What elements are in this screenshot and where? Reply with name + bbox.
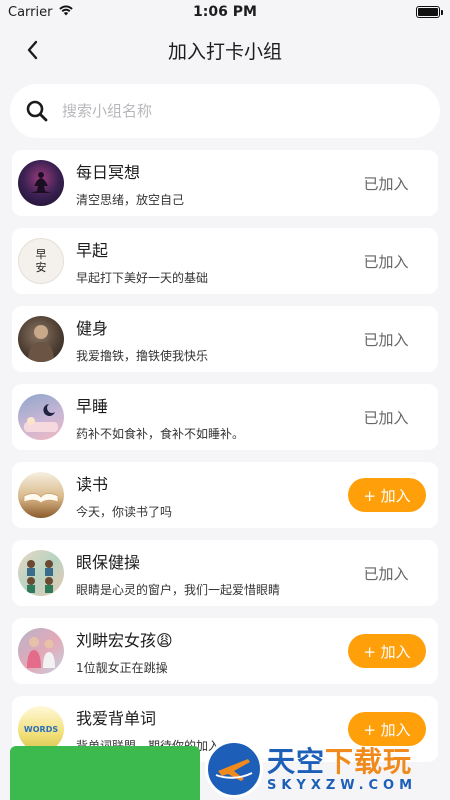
group-desc: 清空思绪，放空自己: [76, 192, 185, 207]
page-title: 加入打卡小组: [167, 40, 282, 63]
early-rise-avatar: 早 安: [18, 238, 64, 284]
group-desc: 今天，你读书了吗: [76, 504, 173, 519]
chevron-left-icon: [27, 40, 38, 60]
group-name: 早睡: [76, 396, 109, 416]
join-button[interactable]: + 加入: [348, 634, 426, 668]
green-banner[interactable]: [10, 746, 200, 800]
back-button[interactable]: [18, 36, 46, 64]
group-name: 健身: [76, 318, 109, 338]
group-desc: 早起打下美好一天的基础: [76, 270, 209, 285]
group-card-eye-exercise[interactable]: 眼保健操 眼睛是心灵的窗户，我们一起爱惜眼睛 已加入: [12, 540, 438, 606]
joined-status: 已加入: [363, 174, 409, 193]
search-bar[interactable]: [10, 84, 440, 138]
airplane-logo-icon: [205, 740, 263, 798]
carrier-label: Carrier: [8, 4, 53, 20]
nav-bar: 加入打卡小组: [0, 24, 450, 76]
joined-status: 已加入: [363, 252, 409, 271]
avatar-logo-text: 早 安: [35, 248, 47, 274]
search-icon: [24, 98, 50, 124]
eye-exercise-avatar: [18, 550, 64, 596]
battery-icon: [416, 6, 443, 18]
early-sleep-avatar: [18, 394, 64, 440]
group-name: 每日冥想: [76, 162, 141, 182]
joined-status: 已加入: [363, 408, 409, 427]
group-card-dance[interactable]: 刘畊宏女孩😩 1位靓女正在跳操 + 加入: [12, 618, 438, 684]
group-desc: 1位靓女正在跳操: [76, 660, 168, 675]
joined-status: 已加入: [363, 330, 409, 349]
join-button[interactable]: + 加入: [348, 478, 426, 512]
fitness-avatar: [18, 316, 64, 362]
site-watermark: 天空下载玩 SKYXZW.COM: [205, 738, 450, 800]
group-name: 早起: [76, 240, 109, 260]
bottom-overlay: 天空下载玩 SKYXZW.COM: [0, 740, 450, 800]
group-card-early-sleep[interactable]: 早睡 药补不如食补，食补不如睡补。 已加入: [12, 384, 438, 450]
meditation-avatar: [18, 160, 64, 206]
search-input[interactable]: [62, 102, 402, 120]
group-list: 每日冥想 清空思绪，放空自己 已加入 早 安 早起 早起打下美好一天的基础 已加…: [0, 150, 450, 762]
wifi-icon: [58, 4, 74, 20]
group-name: 读书: [76, 474, 109, 494]
joined-status: 已加入: [363, 564, 409, 583]
group-desc: 眼睛是心灵的窗户，我们一起爱惜眼睛: [76, 582, 281, 597]
group-desc: 药补不如食补，食补不如睡补。: [76, 426, 245, 441]
group-name: 刘畊宏女孩😩: [76, 630, 173, 650]
status-bar: Carrier 1:06 PM: [0, 0, 450, 24]
group-card-meditation[interactable]: 每日冥想 清空思绪，放空自己 已加入: [12, 150, 438, 216]
watermark-title-b: 下载玩: [325, 744, 413, 778]
group-card-early-rise[interactable]: 早 安 早起 早起打下美好一天的基础 已加入: [12, 228, 438, 294]
group-name: 我爱背单词: [76, 708, 157, 728]
dance-avatar: [18, 628, 64, 674]
status-left: Carrier: [8, 4, 74, 20]
book-avatar: [18, 472, 64, 518]
avatar-logo-text: WORDS: [23, 724, 59, 734]
group-card-reading[interactable]: 读书 今天，你读书了吗 + 加入: [12, 462, 438, 528]
watermark-subtitle: SKYXZW.COM: [267, 777, 418, 793]
group-card-fitness[interactable]: 健身 我爱撸铁，撸铁使我快乐 已加入: [12, 306, 438, 372]
group-desc: 我爱撸铁，撸铁使我快乐: [76, 348, 209, 363]
watermark-title-a: 天空: [267, 744, 326, 778]
group-name: 眼保健操: [76, 552, 141, 572]
